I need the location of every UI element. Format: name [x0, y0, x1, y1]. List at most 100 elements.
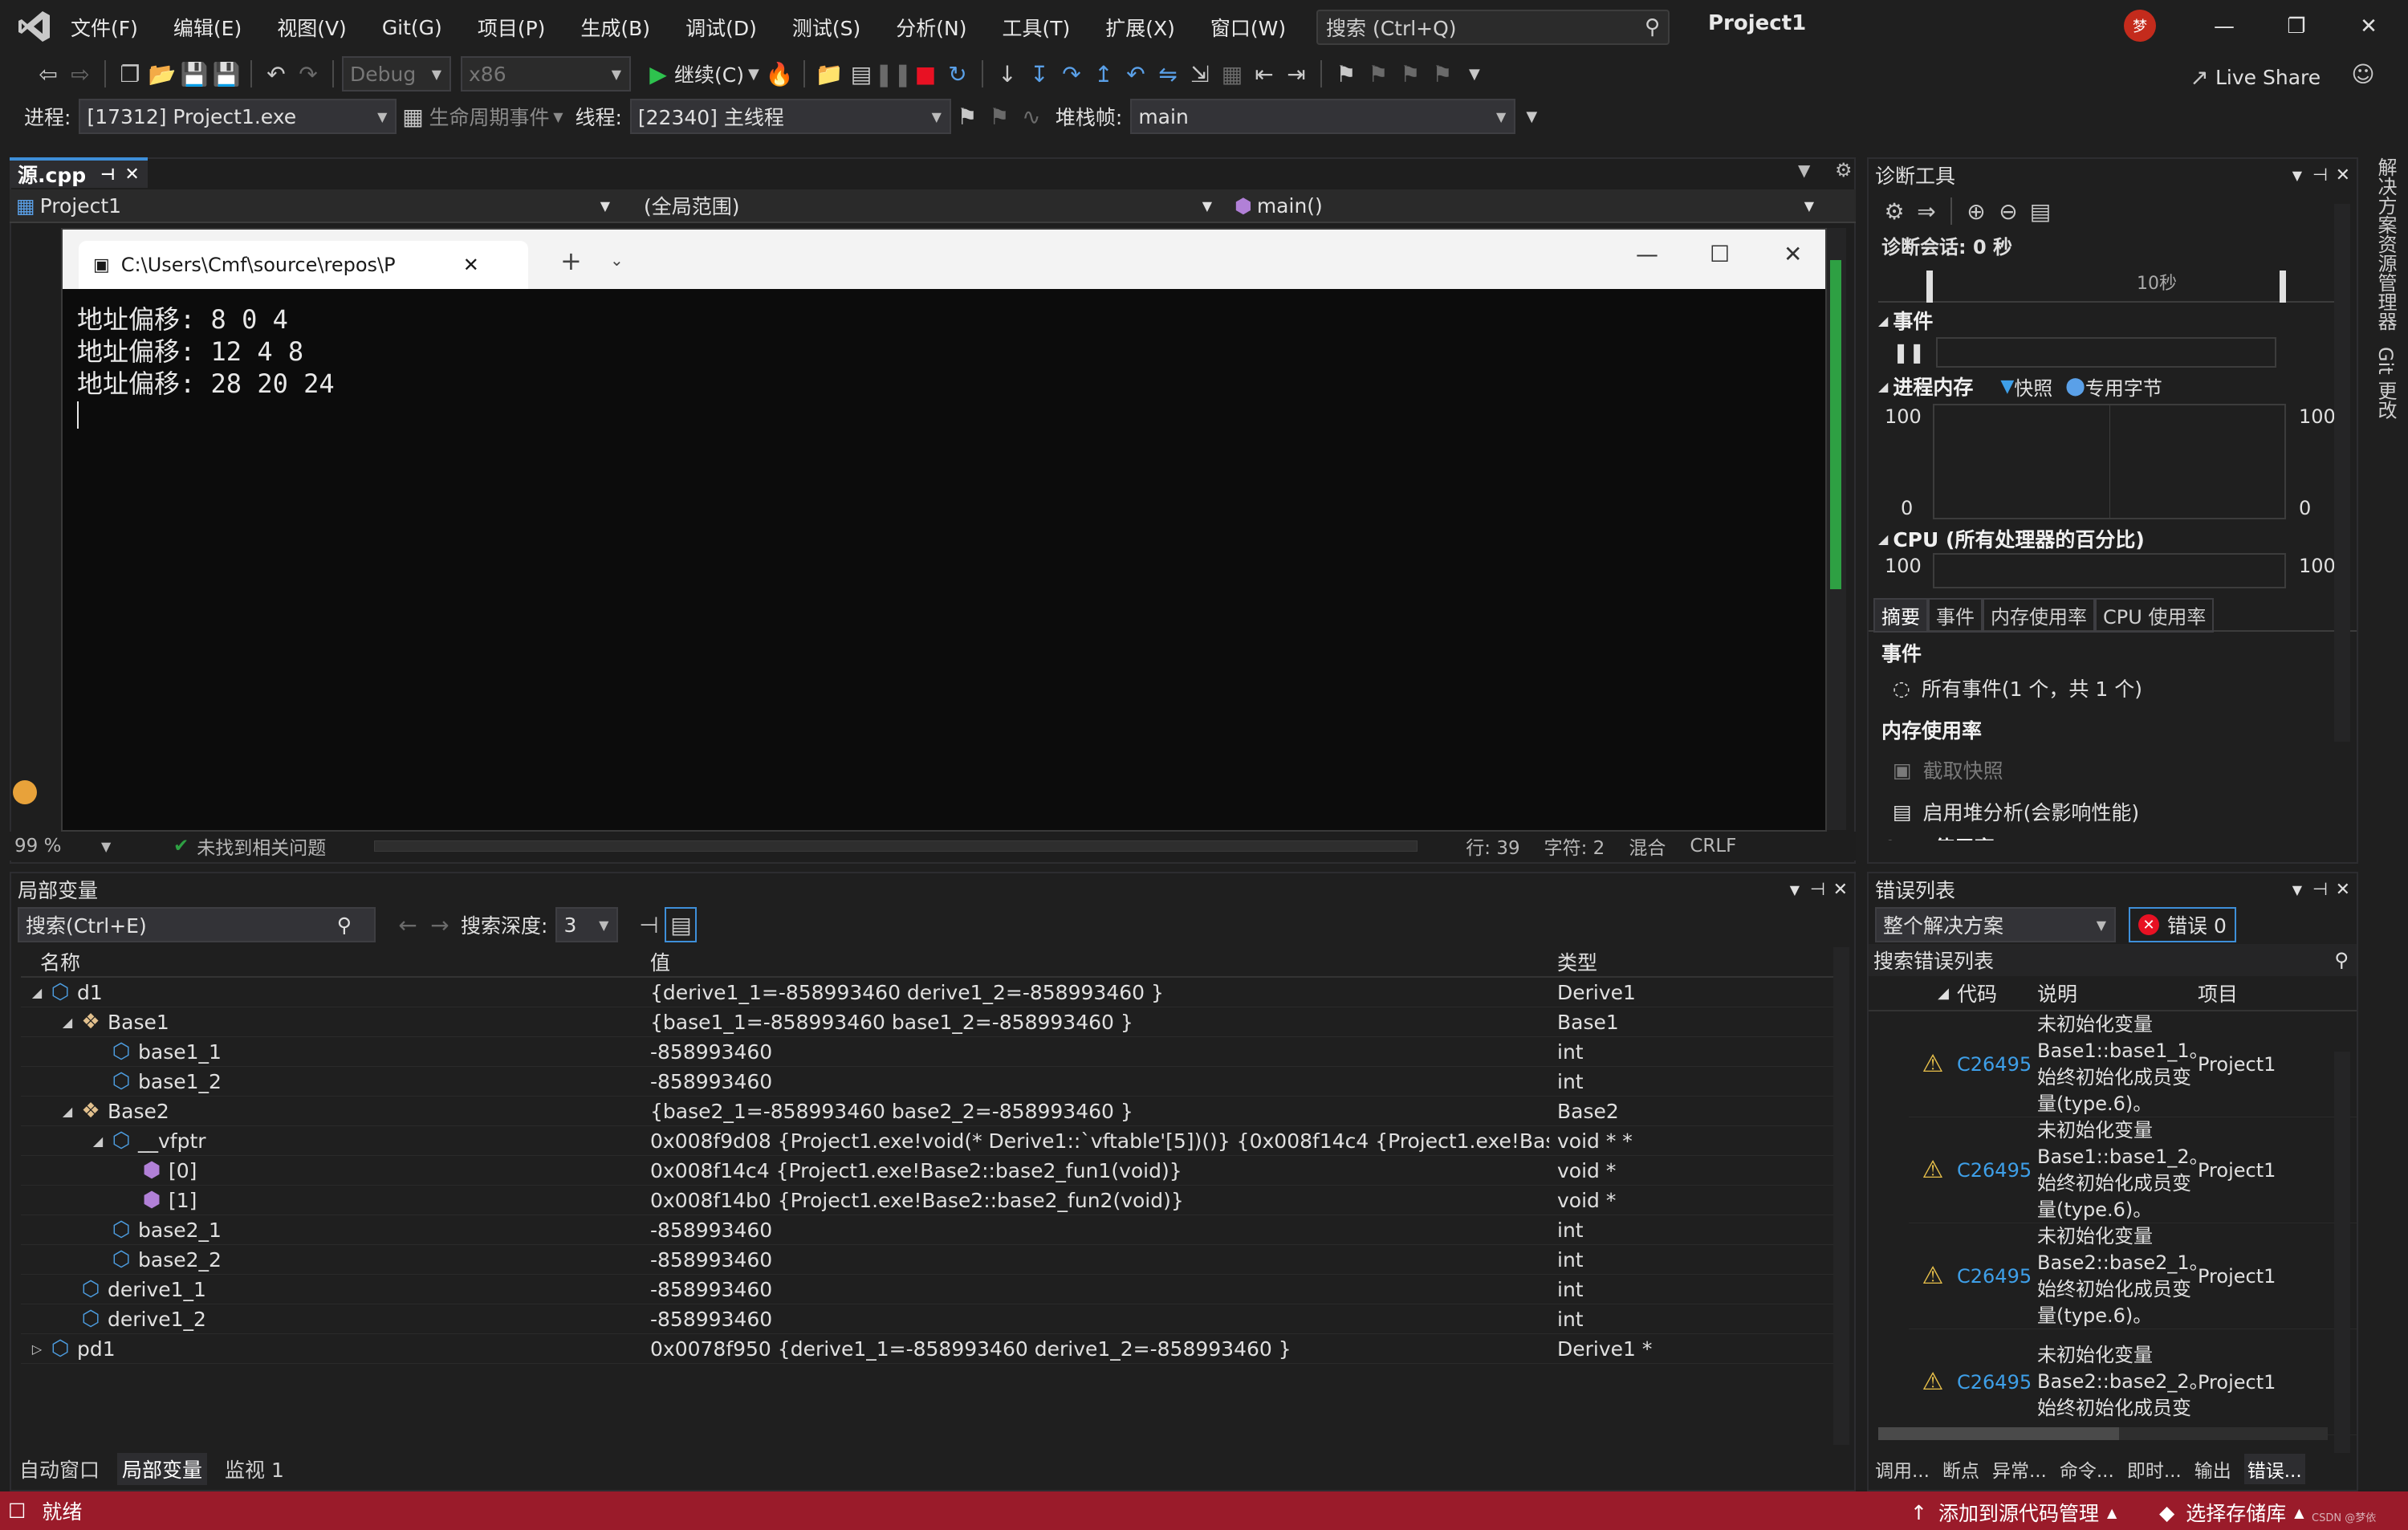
- pin-icon[interactable]: ⊣: [100, 165, 115, 184]
- locals-search-box[interactable]: 搜索(Ctrl+E) ⚲: [18, 907, 376, 942]
- outdent-icon[interactable]: ⇤: [1248, 56, 1280, 92]
- variable-value[interactable]: -858993460: [639, 1219, 1549, 1242]
- search-input[interactable]: 搜索 (Ctrl+Q): [1326, 13, 1457, 42]
- menu-item[interactable]: 分析(N): [896, 13, 966, 42]
- errors-filter-button[interactable]: ✕ 错误 0: [2129, 907, 2236, 942]
- step-over-into-icon[interactable]: ↧: [1023, 56, 1056, 92]
- menu-item[interactable]: 项目(P): [478, 13, 546, 42]
- locals-scrollbar[interactable]: [1833, 947, 1849, 1445]
- menu-item[interactable]: 扩展(X): [1105, 13, 1175, 42]
- add-to-source-control[interactable]: ↑ 添加到源代码管理 ▲: [1910, 1498, 2117, 1527]
- close-tab-icon[interactable]: ✕: [463, 254, 479, 276]
- console-maximize-button[interactable]: ☐: [1710, 241, 1730, 267]
- lifecycle-events-icon[interactable]: ▦: [397, 99, 429, 134]
- live-share-button[interactable]: ↗ Live Share: [2183, 59, 2321, 95]
- tab-mode[interactable]: 混合: [1629, 832, 1666, 860]
- toolbar-overflow-icon[interactable]: ▼: [1515, 99, 1548, 134]
- variable-value[interactable]: 0x008f14c4 {Project1.exe!Base2::base2_fu…: [639, 1159, 1549, 1182]
- menu-item[interactable]: Git(G): [382, 16, 442, 39]
- console-minimize-button[interactable]: —: [1636, 241, 1658, 267]
- bottom-tab[interactable]: 监视 1: [225, 1455, 284, 1483]
- feedback-icon[interactable]: ☺: [2347, 56, 2379, 92]
- bottom-tab[interactable]: 错误...: [2243, 1454, 2305, 1484]
- variable-value[interactable]: -858993460: [639, 1070, 1549, 1093]
- select-repository[interactable]: ◆ 选择存储库 ▲: [2159, 1498, 2304, 1527]
- back-icon[interactable]: ⇦: [32, 56, 64, 92]
- heap-analysis-button[interactable]: ▤ 启用堆分析(会影响性能): [1869, 791, 2357, 832]
- flag-icon[interactable]: ⚑: [951, 99, 983, 134]
- error-code[interactable]: C26495: [1957, 1053, 2037, 1076]
- next-bookmark-icon[interactable]: ⚑: [1394, 56, 1426, 92]
- reset-zoom-icon[interactable]: ▤: [2024, 193, 2056, 229]
- stop-icon[interactable]: ■: [909, 56, 942, 92]
- collapse-icon[interactable]: ◢: [27, 985, 47, 1000]
- chevron-down-icon[interactable]: ▼: [1790, 882, 1800, 897]
- bottom-tab[interactable]: 自动窗口: [19, 1455, 100, 1483]
- error-code[interactable]: C26495: [1957, 1265, 2037, 1288]
- bottom-tab[interactable]: 调用...: [1875, 1455, 1930, 1483]
- save-icon[interactable]: 💾: [178, 56, 210, 92]
- locals-row[interactable]: ⬢ [1] 0x008f14b0 {Project1.exe!Base2::base…: [21, 1186, 1835, 1215]
- restart-icon[interactable]: ↻: [942, 56, 974, 92]
- error-row[interactable]: ⚠ C26495 未初始化变量 Base2::base2_1。始终初始化成员变量(t…: [1909, 1223, 2357, 1329]
- column-header-project[interactable]: 项目: [2198, 979, 2278, 1007]
- locals-search-input[interactable]: 搜索(Ctrl+E): [26, 910, 147, 939]
- timeline-start-handle[interactable]: [1926, 271, 1933, 303]
- error-list-hscrollbar[interactable]: [1878, 1427, 2328, 1440]
- close-icon[interactable]: ✕: [2336, 880, 2350, 900]
- hot-reload-icon[interactable]: 🔥: [763, 56, 795, 92]
- take-snapshot-button[interactable]: ▣ 截取快照: [1869, 749, 2357, 791]
- continue-button[interactable]: 继续(C): [674, 59, 744, 88]
- column-header-description[interactable]: 说明: [2037, 979, 2198, 1007]
- forward-icon[interactable]: ⇨: [64, 56, 96, 92]
- stack-frame-select[interactable]: main ▼: [1130, 99, 1516, 134]
- sort-icon[interactable]: ◢: [1869, 985, 1957, 1002]
- collapse-icon[interactable]: ◢: [88, 1133, 108, 1149]
- process-select[interactable]: [17312] Project1.exe ▼: [79, 99, 397, 134]
- project-combo[interactable]: ▦ Project1 ▼: [10, 194, 620, 218]
- step-into-icon[interactable]: ↓: [991, 56, 1023, 92]
- locals-row[interactable]: ◢ ❖ Base2 {base2_1=-858993460 base2_2=-8589…: [21, 1097, 1835, 1126]
- close-icon[interactable]: ✕: [1833, 880, 1848, 900]
- diagnostics-tab[interactable]: CPU 使用率: [2095, 597, 2215, 633]
- error-list-scrollbar[interactable]: [2334, 1052, 2350, 1453]
- zoom-in-icon[interactable]: ⊕: [1960, 193, 1992, 229]
- flag-filter-icon[interactable]: ⚑: [983, 99, 1015, 134]
- all-events-link[interactable]: ◌ 所有事件(1 个，共 1 个): [1869, 667, 2357, 709]
- console-tab[interactable]: ▣ C:\Users\Cmf\source\repos\P ✕: [79, 241, 528, 289]
- prev-bookmark-icon[interactable]: ⚑: [1362, 56, 1394, 92]
- diagnostics-tab[interactable]: 内存使用率: [1983, 597, 2095, 633]
- console-close-button[interactable]: ✕: [1784, 241, 1802, 267]
- collapse-icon[interactable]: ◢: [58, 1104, 77, 1119]
- undo-icon[interactable]: ↶: [260, 56, 292, 92]
- locals-row[interactable]: ◢ ❖ Base1 {base1_1=-858993460 base1_2=-8589…: [21, 1007, 1835, 1037]
- gear-icon[interactable]: ⚙: [1878, 193, 1910, 229]
- thread-select[interactable]: [22340] 主线程 ▼: [629, 99, 951, 134]
- save-all-icon[interactable]: 💾: [210, 56, 242, 92]
- variable-value[interactable]: -858993460: [639, 1308, 1549, 1331]
- view-as-text-icon[interactable]: ▤: [665, 907, 698, 942]
- pin-to-source-icon[interactable]: ⊣: [633, 907, 665, 942]
- break-all-icon[interactable]: ❚❚: [875, 56, 913, 92]
- menu-item[interactable]: 窗口(W): [1210, 13, 1286, 42]
- toolbar-overflow-icon[interactable]: ▼: [1458, 56, 1491, 92]
- error-row[interactable]: ⚠ C26495 未初始化变量 Base1::base1_2。始终初始化成员变量(t…: [1909, 1117, 2357, 1223]
- close-tab-icon[interactable]: ✕: [124, 165, 139, 185]
- search-back-icon[interactable]: ←: [392, 907, 424, 942]
- variable-value[interactable]: {derive1_1=-858993460 derive1_2=-8589934…: [639, 981, 1549, 1004]
- issues-status[interactable]: 未找到相关问题: [197, 832, 326, 860]
- error-search-box[interactable]: 搜索错误列表 ⚲: [1869, 944, 2357, 976]
- scrollbar-thumb[interactable]: [1878, 1427, 2119, 1440]
- step-back-icon[interactable]: ↶: [1120, 56, 1152, 92]
- chevron-down-icon[interactable]: ▼: [2292, 882, 2302, 897]
- error-scope-select[interactable]: 整个解决方案 ▼: [1875, 907, 2116, 942]
- error-code[interactable]: C26495: [1957, 1159, 2037, 1182]
- clear-bookmarks-icon[interactable]: ⚑: [1426, 56, 1458, 92]
- bottom-tab[interactable]: 输出: [2194, 1455, 2231, 1483]
- side-tab-solution-explorer[interactable]: 解决方案资源管理器: [2368, 157, 2400, 331]
- variable-value[interactable]: -858993460: [639, 1248, 1549, 1272]
- minimize-button[interactable]: —: [2188, 6, 2260, 47]
- variable-value[interactable]: -858993460: [639, 1040, 1549, 1064]
- bottom-tab[interactable]: 异常...: [1992, 1455, 2047, 1483]
- menu-item[interactable]: 测试(S): [792, 13, 860, 42]
